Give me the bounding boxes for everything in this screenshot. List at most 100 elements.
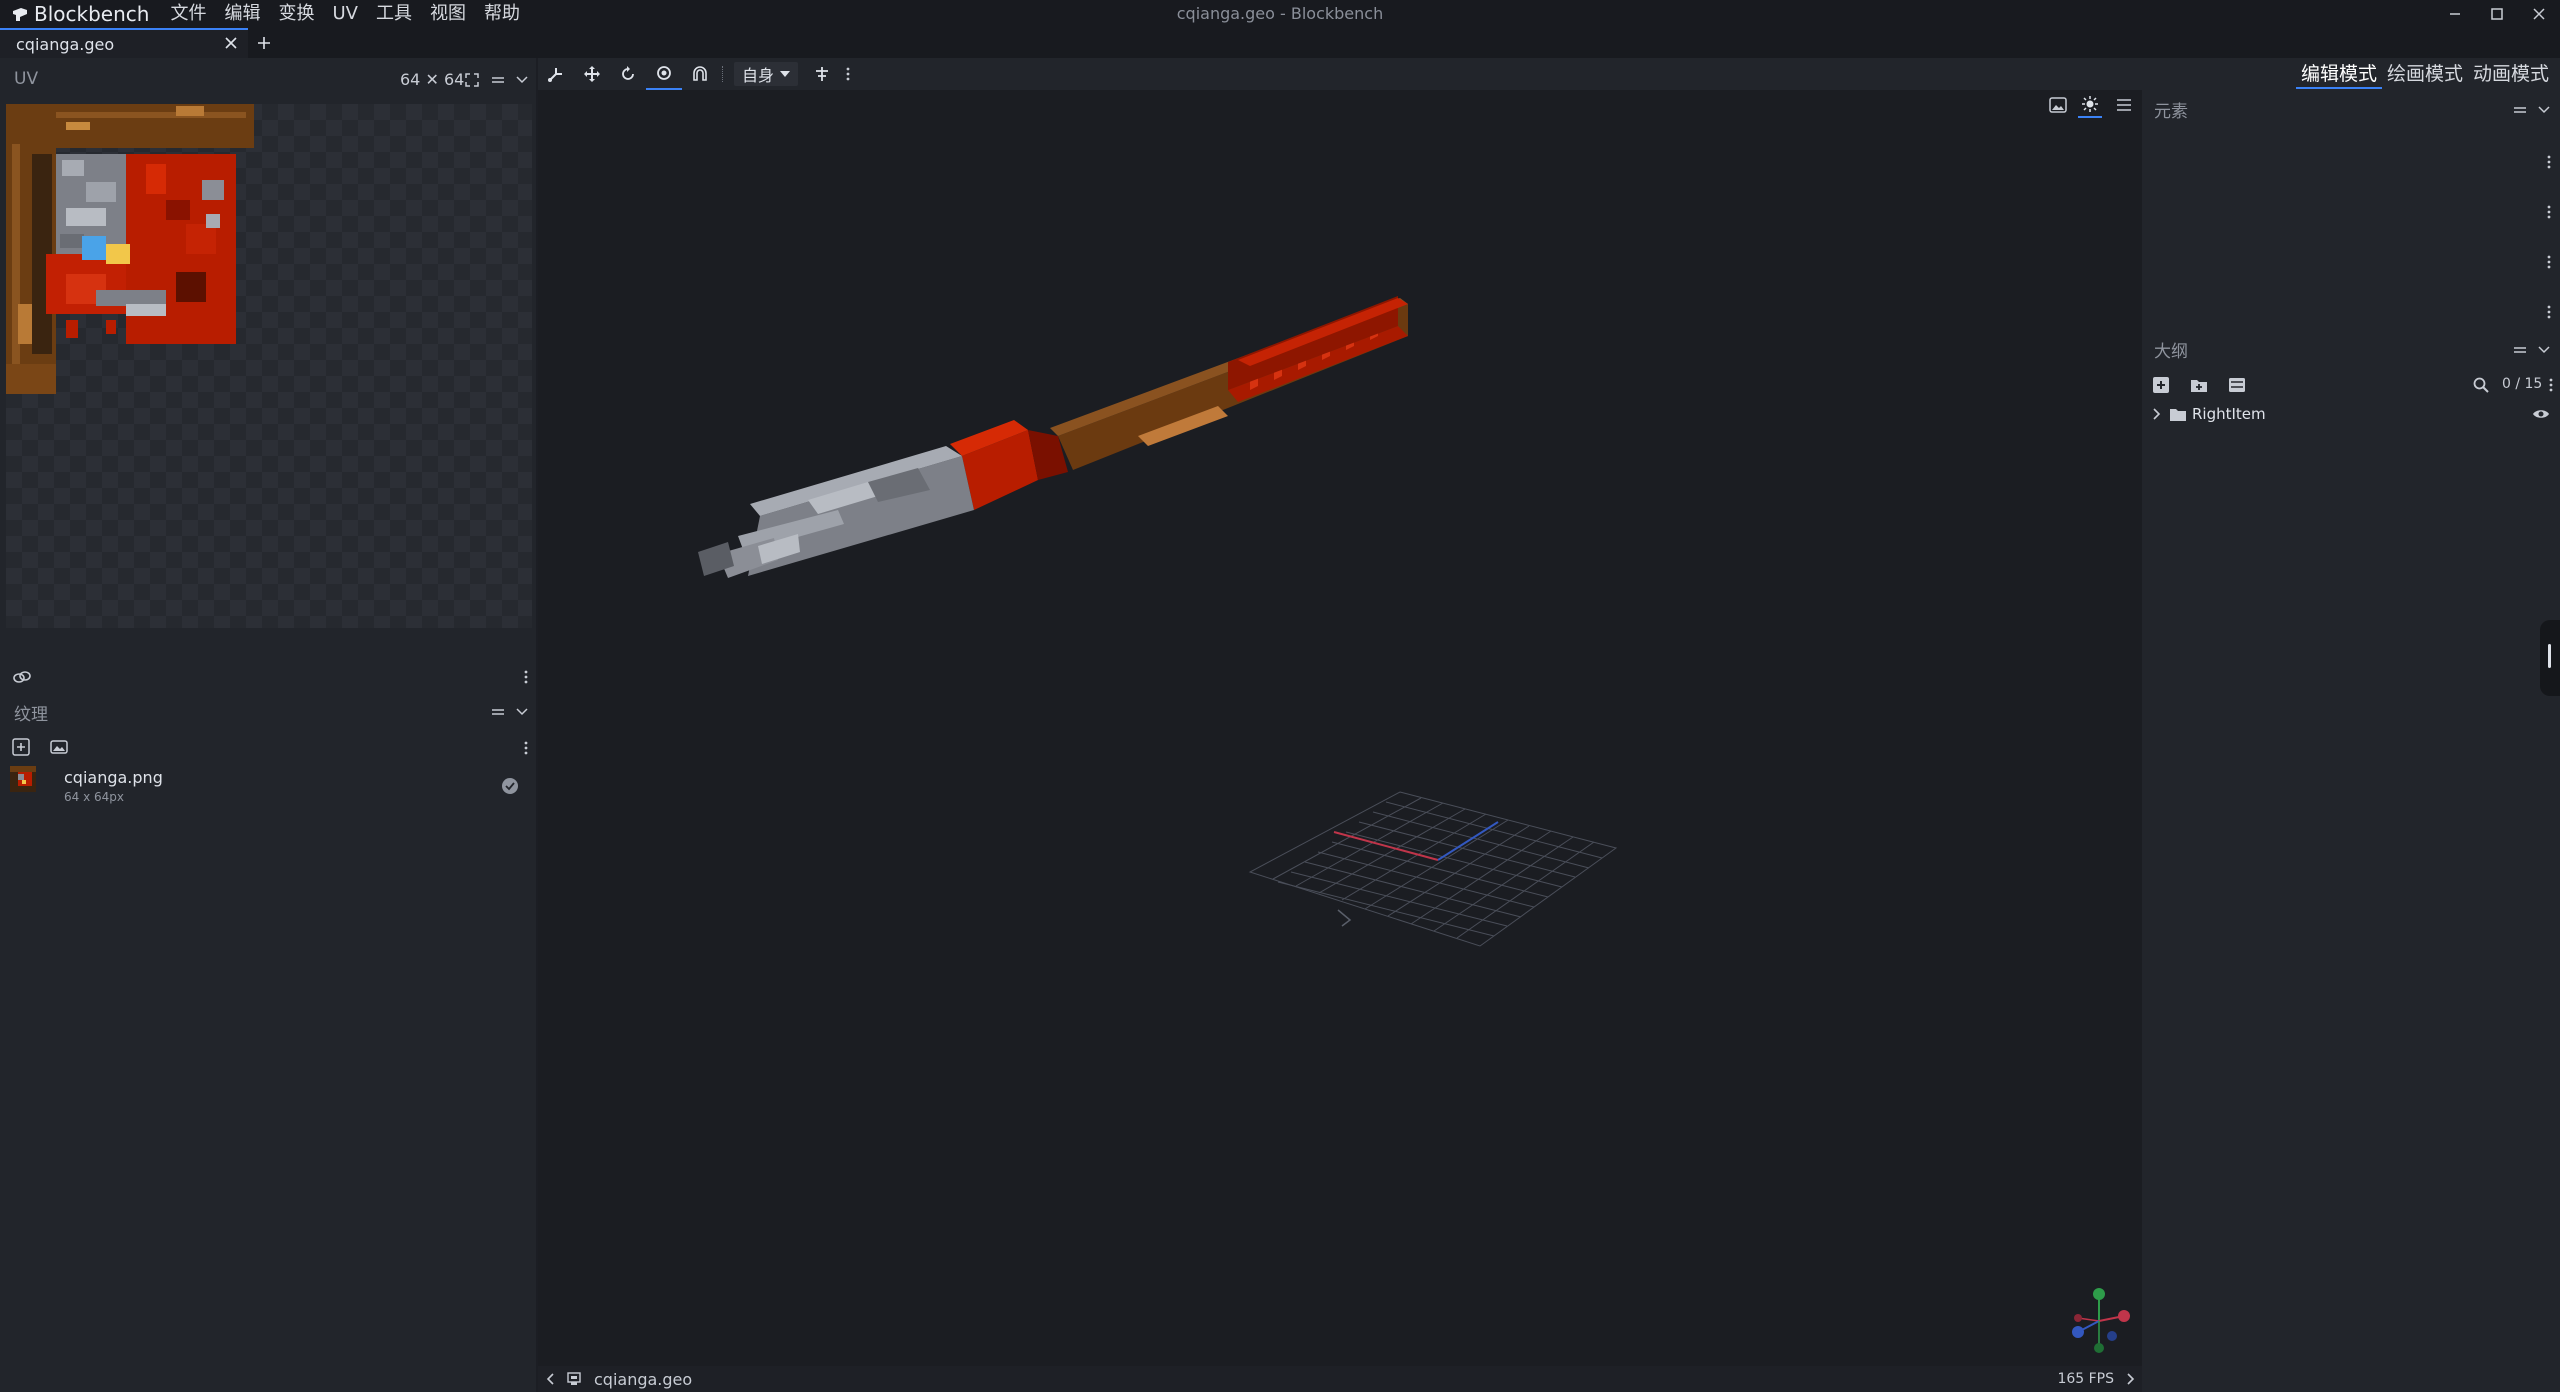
- z-axis-line: [1437, 821, 1499, 861]
- add-cube-icon[interactable]: [2150, 374, 2172, 396]
- drawer-grip: [2548, 644, 2551, 668]
- texture-thumbnail: [10, 766, 36, 792]
- toolbar-divider: [722, 66, 724, 82]
- check-circle-icon[interactable]: [500, 776, 520, 796]
- more-options-icon[interactable]: [2544, 204, 2554, 220]
- tab-label: cqianga.geo: [16, 34, 115, 54]
- align-icon: [816, 67, 829, 81]
- app-brand[interactable]: Blockbench: [0, 0, 161, 28]
- chevron-down-icon[interactable]: [2534, 340, 2554, 360]
- add-group-icon[interactable]: [2188, 374, 2210, 396]
- texture-size: 64 x 64px: [64, 790, 124, 804]
- add-texture-icon[interactable]: [10, 736, 32, 758]
- list-item[interactable]: cqianga.png 64 x 64px: [0, 762, 536, 806]
- side-drawer-handle[interactable]: [2540, 620, 2560, 696]
- blockbench-logo-icon: [12, 6, 28, 22]
- menu-file[interactable]: 文件: [161, 0, 215, 28]
- maximize-button[interactable]: [2476, 0, 2518, 28]
- menu-transform[interactable]: 变换: [269, 0, 323, 28]
- import-texture-icon[interactable]: [48, 736, 70, 758]
- link-icon[interactable]: [10, 666, 34, 688]
- move-tool[interactable]: [574, 58, 610, 90]
- menu-uv[interactable]: UV: [323, 0, 367, 28]
- menu-bar: Blockbench 文件 编辑 变换 UV 工具 视图 帮助: [0, 0, 529, 28]
- rotate-tool[interactable]: [610, 58, 646, 90]
- minimize-icon: [2450, 13, 2460, 15]
- 3d-scene: [698, 296, 1618, 947]
- move-arrows-icon: [584, 66, 600, 82]
- chevron-right-icon[interactable]: [2120, 1366, 2142, 1392]
- more-options-icon[interactable]: [2544, 304, 2554, 320]
- panel-layout-icon[interactable]: [488, 70, 508, 90]
- outliner-count: 0 / 15: [2502, 376, 2543, 392]
- lighting-toggle-icon[interactable]: [2078, 92, 2102, 118]
- close-icon: [225, 37, 237, 49]
- texture-name: cqianga.png: [64, 768, 163, 787]
- elements-panel-title: 元素: [2154, 101, 2188, 122]
- more-options-icon[interactable]: [520, 666, 532, 688]
- tab-close-button[interactable]: [220, 32, 242, 54]
- fps-counter: 165 FPS: [2057, 1371, 2114, 1387]
- maximize-icon: [2491, 8, 2503, 20]
- chevron-down-icon[interactable]: [2534, 100, 2554, 120]
- toolbar-more-button[interactable]: [840, 58, 856, 90]
- outliner-item-rightitem[interactable]: RightItem: [2142, 402, 2560, 426]
- menu-view[interactable]: 视图: [421, 0, 475, 28]
- tab-cqianga-geo[interactable]: cqianga.geo: [0, 28, 248, 58]
- more-options-icon[interactable]: [2544, 154, 2554, 170]
- panel-layout-icon[interactable]: [2510, 100, 2530, 120]
- outliner-item-label: RightItem: [2192, 405, 2266, 423]
- status-bar: cqianga.geo 165 FPS: [538, 1366, 2142, 1392]
- mode-tab-animate[interactable]: 动画模式: [2468, 59, 2554, 89]
- transform-space-dropdown[interactable]: 自身: [734, 62, 799, 86]
- fullscreen-icon[interactable]: [462, 70, 482, 90]
- more-options-icon[interactable]: [2546, 376, 2556, 394]
- orientation-gizmo[interactable]: [2064, 1286, 2134, 1356]
- 3d-viewport[interactable]: [538, 90, 2142, 1366]
- more-options-icon[interactable]: [520, 738, 532, 758]
- right-sidebar: [2142, 90, 2560, 1392]
- uv-size-label[interactable]: 64 ✕ 64: [400, 70, 464, 89]
- chevron-right-icon[interactable]: [2146, 402, 2168, 426]
- mirror-tool[interactable]: [804, 58, 840, 90]
- north-marker-icon: [1337, 909, 1352, 927]
- texture-panel-title: 纹理: [14, 704, 48, 725]
- uv-panel-header: UV 64 ✕ 64: [0, 64, 536, 94]
- transform-space-value: 自身: [742, 66, 775, 85]
- menu-tools[interactable]: 工具: [367, 0, 421, 28]
- model-file-icon: [562, 1366, 586, 1392]
- background-image-icon[interactable]: [2046, 94, 2070, 116]
- ground-grid: [1248, 791, 1618, 947]
- texture-panel-header: 纹理: [0, 698, 536, 726]
- chevron-left-icon[interactable]: [538, 1366, 562, 1392]
- texture-preview-image: [6, 104, 254, 394]
- chevron-down-icon[interactable]: [512, 702, 532, 722]
- visibility-eye-icon[interactable]: [2530, 404, 2552, 424]
- search-icon[interactable]: [2470, 374, 2492, 396]
- status-file-name: cqianga.geo: [594, 1369, 693, 1389]
- main-toolbar: 自身 编辑模式 绘画模式 动画模式: [538, 58, 2560, 90]
- new-tab-button[interactable]: [252, 30, 276, 56]
- more-options-icon[interactable]: [2544, 254, 2554, 270]
- elements-panel-header: 元素: [2142, 94, 2560, 124]
- collapse-all-icon[interactable]: [2226, 374, 2248, 396]
- target-icon: [657, 66, 671, 80]
- pivot-tool-icon: [548, 68, 562, 82]
- menu-help[interactable]: 帮助: [475, 0, 529, 28]
- caret-down-icon: [780, 71, 791, 77]
- minimize-button[interactable]: [2434, 0, 2476, 28]
- close-window-button[interactable]: [2518, 0, 2560, 28]
- viewport-menu-icon[interactable]: [2112, 94, 2136, 116]
- pivot-point-tool[interactable]: [646, 58, 682, 90]
- panel-layout-icon[interactable]: [488, 702, 508, 722]
- panel-layout-icon[interactable]: [2510, 340, 2530, 360]
- mode-tab-paint[interactable]: 绘画模式: [2382, 59, 2468, 89]
- menu-edit[interactable]: 编辑: [215, 0, 269, 28]
- uv-editor-canvas[interactable]: [6, 104, 532, 628]
- plus-icon: [258, 37, 270, 49]
- mode-tab-edit[interactable]: 编辑模式: [2295, 59, 2382, 89]
- chevron-down-icon[interactable]: [512, 70, 532, 90]
- magnet-icon: [693, 66, 707, 81]
- vertex-snap-tool[interactable]: [682, 58, 718, 90]
- move-pivot-tool[interactable]: [538, 58, 574, 90]
